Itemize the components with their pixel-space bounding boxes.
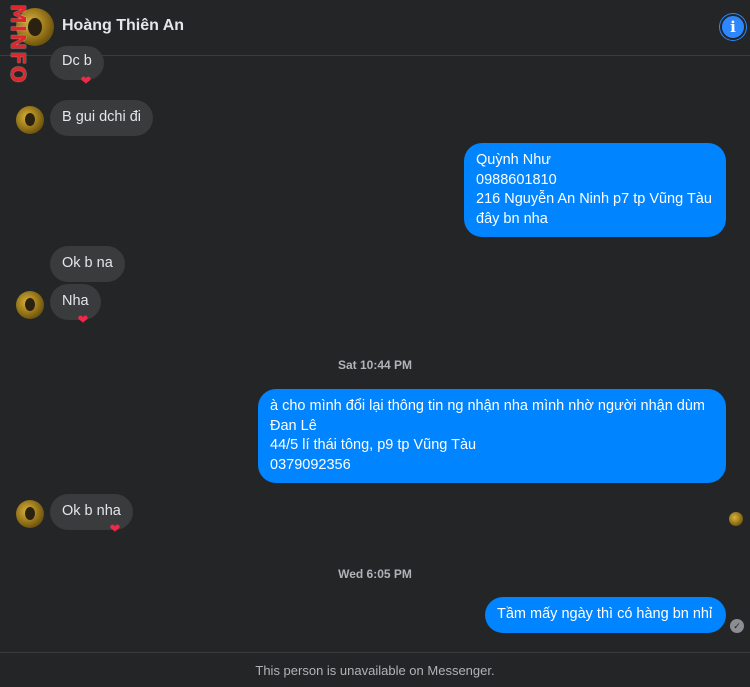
sender-avatar[interactable] bbox=[16, 500, 44, 528]
message-bubble-outgoing[interactable]: Tầm mấy ngày thì có hàng bn nhỉ bbox=[485, 597, 726, 633]
message-bubble-outgoing[interactable]: Quỳnh Như 0988601810 216 Nguyễn An Ninh … bbox=[464, 143, 726, 237]
seen-avatar-icon bbox=[729, 512, 743, 526]
heart-reaction-icon[interactable]: ❤ bbox=[106, 520, 124, 538]
contact-name[interactable]: Hoàng Thiên An bbox=[62, 17, 184, 35]
sender-avatar[interactable] bbox=[16, 106, 44, 134]
info-icon[interactable]: i bbox=[720, 14, 746, 40]
chat-header: MINFO Hoàng Thiên An i bbox=[0, 0, 750, 84]
heart-reaction-icon[interactable]: ❤ bbox=[74, 311, 92, 329]
heart-reaction-icon[interactable]: ❤ bbox=[77, 72, 95, 90]
message-bubble-incoming[interactable]: B gui dchi đi bbox=[50, 100, 153, 136]
message-thread[interactable]: Dc b ❤ B gui dchi đi Quỳnh Như 098860181… bbox=[0, 46, 750, 652]
timestamp: Wed 6:05 PM bbox=[338, 567, 412, 581]
timestamp: Sat 10:44 PM bbox=[337, 358, 413, 372]
message-bubble-outgoing[interactable]: à cho mình đổi lại thông tin ng nhận nha… bbox=[258, 389, 726, 483]
sender-avatar[interactable] bbox=[16, 291, 44, 319]
sent-check-icon: ✓ bbox=[730, 619, 744, 633]
message-bubble-incoming[interactable]: Ok b na bbox=[50, 246, 125, 282]
unavailable-notice: This person is unavailable on Messenger. bbox=[0, 652, 750, 687]
